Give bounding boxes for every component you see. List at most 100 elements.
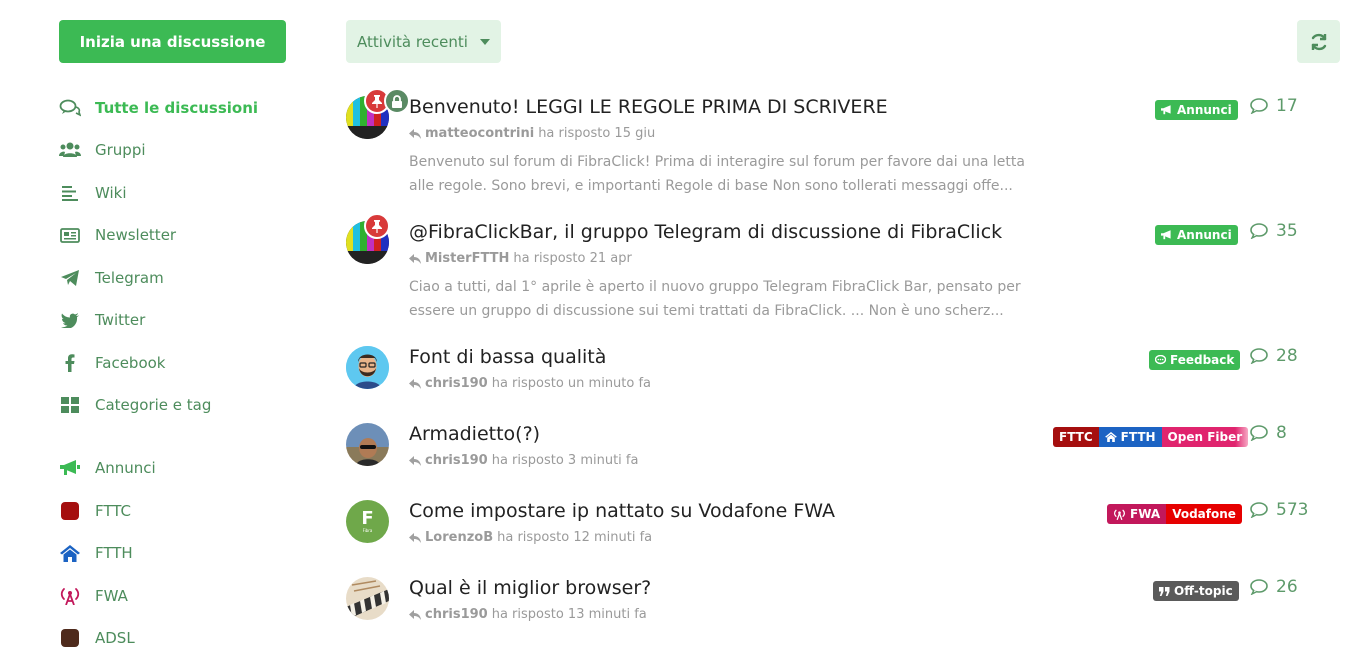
tag-fttc[interactable]: FTTC — [1053, 427, 1099, 447]
discussion-item[interactable]: Armadietto(?) chris190 ha risposto 3 min… — [346, 423, 1306, 473]
nav-item-groups[interactable]: Gruppi — [59, 138, 146, 162]
lock-icon — [384, 88, 410, 114]
nav-item-categories-tags[interactable]: Categorie e tag — [59, 393, 211, 417]
discussion-meta: LorenzoB ha risposto 12 minuti fa — [409, 530, 652, 545]
nav-label: Wiki — [95, 184, 127, 202]
antenna-icon — [59, 585, 81, 607]
discussion-user[interactable]: MisterFTTH — [425, 251, 509, 266]
reply-count-value: 17 — [1276, 96, 1298, 116]
discussion-title[interactable]: Armadietto(?) — [409, 423, 540, 445]
avatar[interactable] — [346, 577, 389, 620]
discussion-user[interactable]: matteocontrini — [425, 126, 534, 141]
discussion-meta: matteocontrini ha risposto 15 giu — [409, 126, 655, 141]
tag-annunci[interactable]: Annunci — [1155, 100, 1238, 120]
discussion-user[interactable]: chris190 — [425, 607, 488, 622]
nav-item-ftth[interactable]: FTTH — [59, 541, 133, 565]
discussion-title[interactable]: Font di bassa qualità — [409, 346, 606, 368]
nav-label: Facebook — [95, 354, 166, 372]
nav-label: Categorie e tag — [95, 396, 212, 414]
megaphone-icon — [59, 457, 81, 479]
telegram-icon — [59, 267, 81, 289]
discussion-item[interactable]: Qual è il miglior browser? chris190 ha r… — [346, 577, 1306, 627]
refresh-icon — [1311, 33, 1326, 50]
nav-item-facebook[interactable]: Facebook — [59, 351, 165, 375]
reply-count: 8 — [1250, 423, 1287, 443]
tag-fwa[interactable]: FWA — [1107, 504, 1167, 524]
reply-icon — [409, 455, 421, 466]
nav-item-twitter[interactable]: Twitter — [59, 308, 145, 332]
discussion-title[interactable]: @FibraClickBar, il gruppo Telegram di di… — [409, 221, 1002, 243]
refresh-button[interactable] — [1297, 20, 1340, 63]
nav-label: Annunci — [95, 459, 156, 477]
tag-label: Open Fiber — [1167, 430, 1243, 444]
sort-dropdown-label: Attività recenti — [357, 32, 468, 51]
reply-icon — [409, 532, 421, 543]
comment-icon — [1250, 425, 1268, 441]
discussion-action: ha risposto 15 giu — [538, 126, 656, 141]
reply-count: 28 — [1250, 346, 1298, 366]
discussion-user[interactable]: LorenzoB — [425, 530, 493, 545]
discussion-tags: Annunci — [1155, 100, 1238, 120]
newspaper-icon — [59, 224, 81, 246]
tag-off-topic[interactable]: Off-topic — [1153, 581, 1239, 601]
discussion-excerpt: Benvenuto sul forum di FibraClick! Prima… — [409, 154, 1025, 194]
tag-label: FTTC — [1059, 430, 1093, 444]
nav-item-all-discussions[interactable]: Tutte le discussioni — [59, 96, 258, 120]
users-icon — [59, 139, 81, 161]
nav-item-annunci[interactable]: Annunci — [59, 456, 156, 480]
nav-item-telegram[interactable]: Telegram — [59, 266, 164, 290]
avatar[interactable] — [346, 423, 389, 466]
avatar-caption: Fibra — [362, 527, 373, 533]
antenna-icon — [1113, 509, 1126, 520]
reply-count-value: 573 — [1276, 500, 1309, 520]
pin-icon — [364, 213, 390, 239]
tag-feedback[interactable]: Feedback — [1149, 350, 1241, 370]
avatar[interactable]: F Fibra — [346, 500, 389, 543]
discussion-tags: Feedback — [1149, 350, 1241, 370]
nav-label: Newsletter — [95, 226, 177, 244]
tag-ftth[interactable]: FTTH — [1098, 427, 1162, 447]
nav-item-fwa[interactable]: FWA — [59, 584, 128, 608]
sort-dropdown[interactable]: Attività recenti — [346, 20, 501, 63]
tags-grid-icon — [59, 394, 81, 416]
home-icon — [59, 542, 81, 564]
discussion-tags: Annunci — [1155, 225, 1238, 245]
nav-item-newsletter[interactable]: Newsletter — [59, 223, 176, 247]
nav-label: Telegram — [95, 269, 164, 287]
nav-item-fttc[interactable]: FTTC — [59, 499, 131, 523]
discussion-item[interactable]: Font di bassa qualità chris190 ha rispos… — [346, 346, 1306, 396]
tag-label: FWA — [1130, 507, 1161, 521]
comment-icon — [1250, 579, 1268, 595]
status-badges — [364, 213, 390, 239]
nav-label: FWA — [95, 587, 128, 605]
discussion-meta: chris190 ha risposto 3 minuti fa — [409, 453, 638, 468]
home-icon — [1104, 432, 1117, 442]
tag-open-fiber[interactable]: Open Fiber — [1161, 427, 1249, 447]
start-discussion-button[interactable]: Inizia una discussione — [59, 20, 286, 63]
discussion-title[interactable]: Benvenuto! LEGGI LE REGOLE PRIMA DI SCRI… — [409, 96, 888, 118]
discussion-user[interactable]: chris190 — [425, 376, 488, 391]
reply-count-value: 28 — [1276, 346, 1298, 366]
discussion-action: ha risposto 3 minuti fa — [491, 453, 639, 468]
tag-label: Vodafone — [1172, 507, 1236, 521]
reply-count-value: 8 — [1276, 423, 1287, 443]
reply-count: 35 — [1250, 221, 1298, 241]
nav-item-adsl[interactable]: ADSL — [59, 626, 135, 650]
discussion-user[interactable]: chris190 — [425, 453, 488, 468]
nav-label: Twitter — [95, 311, 146, 329]
avatar[interactable] — [346, 346, 389, 389]
reply-count-value: 26 — [1276, 577, 1298, 597]
discussion-item[interactable]: Benvenuto! LEGGI LE REGOLE PRIMA DI SCRI… — [346, 88, 1306, 196]
nav-item-wiki[interactable]: Wiki — [59, 181, 127, 205]
tag-annunci[interactable]: Annunci — [1155, 225, 1238, 245]
tag-vodafone[interactable]: Vodafone — [1166, 504, 1242, 524]
avatar-letter: F — [361, 507, 374, 529]
discussion-item[interactable]: F Fibra Come impostare ip nattato su Vod… — [346, 500, 1309, 550]
twitter-icon — [59, 309, 81, 331]
comment-icon — [1250, 98, 1268, 114]
discussion-title[interactable]: Qual è il miglior browser? — [409, 577, 651, 599]
nav-label: FTTH — [95, 544, 133, 562]
discussion-item[interactable]: @FibraClickBar, il gruppo Telegram di di… — [346, 213, 1306, 321]
discussion-title[interactable]: Come impostare ip nattato su Vodafone FW… — [409, 500, 835, 522]
comment-dots-icon — [1155, 355, 1166, 365]
